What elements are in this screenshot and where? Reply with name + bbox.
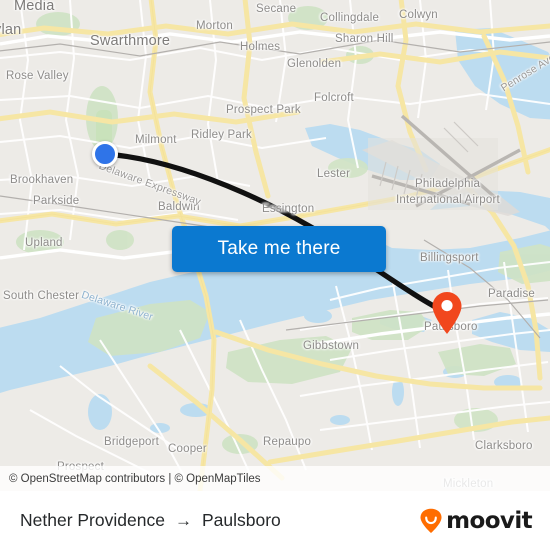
moovit-wordmark: moovit: [446, 507, 532, 534]
moovit-trip-card: MediaylanSwarthmoreMortonSecaneHolmesCol…: [0, 0, 550, 550]
origin-name: Nether Providence: [20, 510, 165, 530]
trip-footer: Nether Providence → Paulsboro moovit: [0, 491, 550, 550]
take-me-there-button[interactable]: Take me there: [172, 226, 386, 272]
moovit-pin-icon: [420, 508, 442, 533]
moovit-logo[interactable]: moovit: [418, 507, 533, 534]
take-me-there-label: Take me there: [217, 238, 341, 259]
map-canvas[interactable]: MediaylanSwarthmoreMortonSecaneHolmesCol…: [0, 0, 550, 491]
destination-name: Paulsboro: [201, 510, 281, 530]
map-attribution[interactable]: © OpenStreetMap contributors | © OpenMap…: [0, 466, 550, 491]
attribution-text: © OpenStreetMap contributors | © OpenMap…: [9, 472, 261, 485]
origin-dot[interactable]: [92, 141, 118, 167]
arrow-right-icon: →: [174, 511, 192, 530]
destination-pin[interactable]: [431, 291, 463, 335]
route-summary: Nether Providence → Paulsboro: [20, 510, 281, 531]
